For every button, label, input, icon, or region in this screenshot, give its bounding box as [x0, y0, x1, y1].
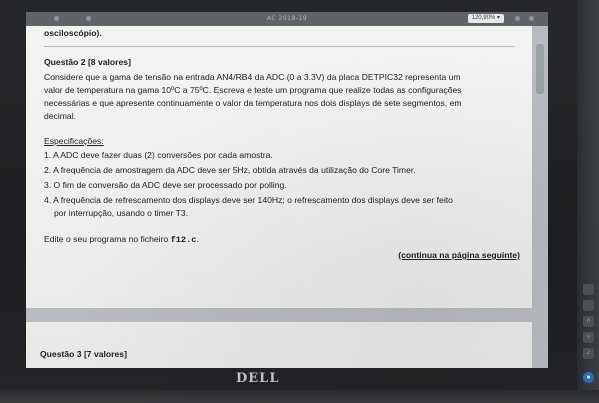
chevron-down-icon[interactable]: ˅ [583, 332, 594, 343]
print-icon[interactable] [529, 16, 534, 21]
paragraph-line: decimal. [44, 111, 76, 121]
chevron-down-icon: ▾ [496, 15, 500, 21]
paragraph-line: valor de temperatura na gama 10ºC a 75ºC… [44, 85, 462, 95]
paragraph-line: necessárias e que apresente continuament… [44, 98, 462, 108]
side-panel-button[interactable] [583, 284, 594, 295]
edit-suffix: . [196, 234, 199, 244]
paragraph-line: Considere que a gama de tensão na entrad… [44, 72, 461, 82]
page-break [26, 308, 532, 322]
specifications-list: 1. A ADC deve fazer duas (2) conversões … [44, 149, 518, 222]
spec-item: 4. A frequência de refrescamento dos dis… [44, 194, 518, 220]
question-separator [44, 46, 514, 47]
continue-note: (continua na página seguinte) [398, 250, 520, 260]
dell-logo: DELL [236, 371, 280, 386]
question-3-heading: Questão 3 [7 valores] [40, 349, 127, 359]
vertical-scrollbar[interactable] [532, 26, 548, 368]
spec-text: 4. A frequência de refrescamento dos dis… [44, 195, 453, 205]
spec-text-continued: por interrupção, usando o timer T3. [54, 208, 189, 218]
edit-instruction: Edite o seu programa no ficheiro f12.c. [44, 233, 199, 247]
spec-item: 2. A frequência de amostragem da ADC dev… [44, 164, 518, 177]
monitor-screen: AC 2018-19 120,90% ▾ osciloscópio). Ques… [26, 12, 548, 368]
edit-prefix: Edite o seu programa no ficheiro [44, 234, 171, 244]
spec-item: 1. A ADC deve fazer duas (2) conversões … [44, 149, 518, 162]
specifications-label: Especificações: [44, 136, 104, 146]
file-name: f12.c [170, 235, 197, 245]
spec-text: 3. O fim de conversão da ADC deve ser pr… [44, 180, 287, 190]
side-panel-button[interactable] [583, 300, 594, 311]
pdf-viewer-toolbar: AC 2018-19 120,90% ▾ [26, 12, 548, 26]
chevron-up-icon[interactable]: ˄ [583, 316, 594, 327]
previous-question-tail: osciloscópio). [44, 28, 102, 38]
spec-text: 1. A ADC deve fazer duas (2) conversões … [44, 150, 273, 160]
scrollbar-thumb[interactable] [536, 44, 544, 94]
power-icon[interactable]: ● [583, 372, 594, 383]
zoom-select[interactable]: 120,90% ▾ [467, 14, 504, 23]
zoom-value: 120,90% [471, 15, 496, 21]
question-2-heading: Questão 2 [8 valores] [44, 57, 131, 67]
document-page: osciloscópio). Questão 2 [8 valores] Con… [26, 26, 532, 368]
question-2-paragraph: Considere que a gama de tensão na entrad… [44, 71, 514, 123]
desk-surface [0, 390, 599, 403]
checkmark-icon[interactable]: ✓ [583, 348, 594, 359]
download-icon[interactable] [515, 16, 520, 21]
spec-item: 3. O fim de conversão da ADC deve ser pr… [44, 179, 518, 192]
spec-text: 2. A frequência de amostragem da ADC dev… [44, 165, 416, 175]
side-panel: ˄ ˅ ✓ ● [577, 0, 599, 403]
